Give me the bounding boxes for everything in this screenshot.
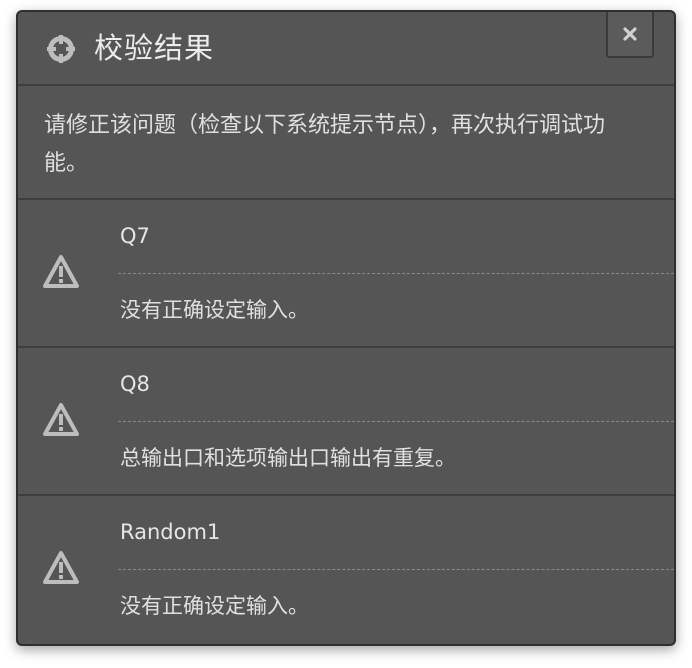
issue-item: Random1 没有正确设定输入。: [18, 496, 674, 644]
validation-result-dialog: 校验结果 请修正该问题（检查以下系统提示节点），再次执行调试功能。 Q7 没有正…: [16, 10, 676, 646]
crosshair-icon: [47, 35, 75, 63]
warning-icon: [43, 255, 79, 288]
issue-divider: [118, 421, 674, 422]
issue-item: Q8 总输出口和选项输出口输出有重复。: [18, 348, 674, 496]
instruction-message: 请修正该问题（检查以下系统提示节点），再次执行调试功能。: [18, 86, 674, 200]
issue-divider: [118, 569, 674, 570]
issue-description: 没有正确设定输入。: [120, 298, 309, 322]
issue-divider: [118, 273, 674, 274]
close-icon: [623, 27, 637, 41]
close-button[interactable]: [606, 12, 654, 58]
issue-list: Q7 没有正确设定输入。 Q8 总输出口和选项输出口输出有重复。 Random1…: [18, 200, 674, 644]
issue-node-name: Q7: [120, 224, 150, 248]
warning-icon: [43, 403, 79, 436]
issue-description: 没有正确设定输入。: [120, 594, 309, 618]
issue-item: Q7 没有正确设定输入。: [18, 200, 674, 348]
issue-description: 总输出口和选项输出口输出有重复。: [120, 446, 456, 470]
issue-node-name: Random1: [120, 520, 221, 544]
warning-icon: [43, 551, 79, 584]
issue-node-name: Q8: [120, 372, 150, 396]
dialog-header: 校验结果: [18, 12, 674, 86]
dialog-title: 校验结果: [94, 31, 215, 65]
